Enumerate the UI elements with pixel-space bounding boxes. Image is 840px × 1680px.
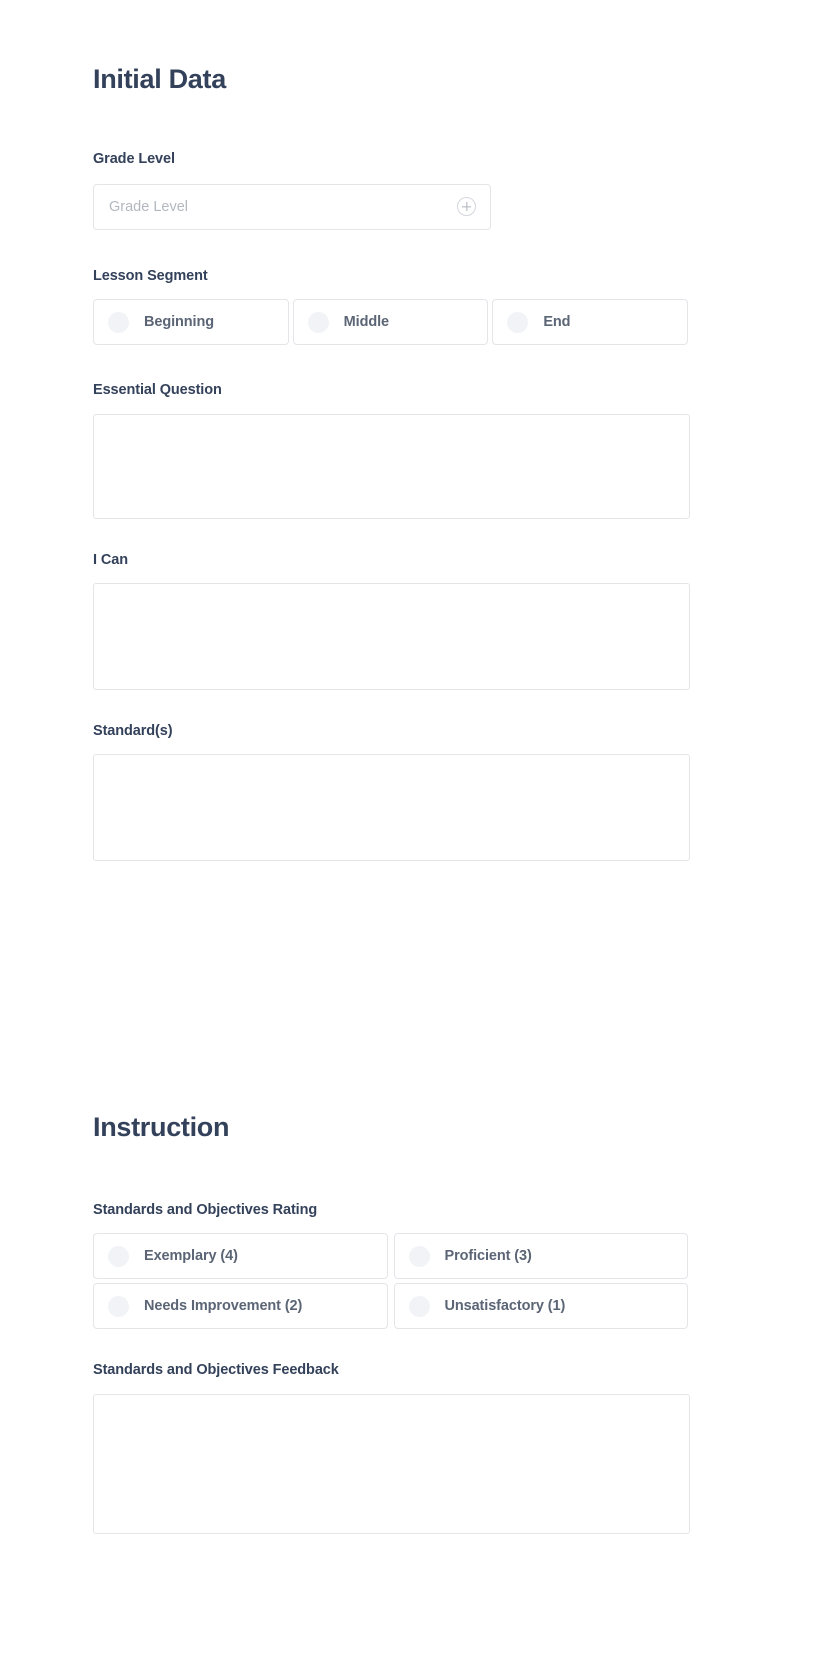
option-lesson-segment-end[interactable]: End [492,299,689,346]
i-can-textarea-wrapper[interactable] [93,582,690,690]
option-rating-exemplary[interactable]: Exemplary (4) [93,1233,388,1280]
option-label: Needs Improvement (2) [144,1298,303,1315]
grade-level-input[interactable] [109,198,457,215]
radio-icon[interactable] [507,311,529,333]
lesson-segment-options: Beginning Middle End [93,299,689,346]
radio-icon[interactable] [108,1245,129,1267]
label-standards-objectives-rating: Standards and Objectives Rating [93,1201,318,1218]
label-standards-objectives-feedback: Standards and Objectives Feedback [93,1362,339,1379]
spacer-section-break [93,861,840,1111]
standards-objectives-feedback-textarea-wrapper[interactable] [93,1393,690,1534]
option-label: Exemplary (4) [144,1248,238,1265]
section-title-initial-data: Initial Data [93,64,226,94]
i-can-textarea[interactable] [94,583,689,689]
label-i-can: I Can [93,551,128,568]
section-title-instruction: Instruction [93,1112,230,1143]
radio-icon[interactable] [108,1295,129,1317]
radio-icon[interactable] [408,1245,430,1267]
radio-icon[interactable] [108,311,129,333]
option-label: Proficient (3) [444,1248,532,1265]
label-grade-level: Grade Level [93,151,175,168]
field-standards-objectives-feedback: Standards and Objectives Feedback [93,1362,840,1534]
label-lesson-segment: Lesson Segment [93,267,208,284]
option-rating-unsatisfactory[interactable]: Unsatisfactory (1) [393,1283,688,1330]
form-content: Initial Data Grade Level Lesson Segment … [0,0,840,1534]
radio-icon[interactable] [307,311,329,333]
option-rating-needs-improvement[interactable]: Needs Improvement (2) [93,1283,388,1330]
option-rating-proficient[interactable]: Proficient (3) [393,1233,688,1280]
grade-level-input-wrapper[interactable] [93,183,491,230]
standards-textarea[interactable] [94,755,689,861]
essential-question-textarea[interactable] [94,414,689,518]
standards-objectives-feedback-textarea[interactable] [94,1394,689,1533]
field-standards-objectives-rating: Standards and Objectives Rating Exemplar… [93,1201,840,1330]
radio-icon[interactable] [408,1295,430,1317]
form-page: Initial Data Grade Level Lesson Segment … [0,0,840,1680]
option-label: End [543,314,571,331]
field-essential-question: Essential Question [93,382,840,519]
field-i-can: I Can [93,552,840,690]
standards-objectives-rating-options: Exemplary (4) Proficient (3) Needs Impro… [93,1233,688,1330]
option-lesson-segment-beginning[interactable]: Beginning [93,299,289,346]
plus-circle-icon[interactable] [457,197,476,217]
option-label: Unsatisfactory (1) [444,1298,566,1315]
field-lesson-segment: Lesson Segment Beginning Middle End [93,267,840,346]
standards-textarea-wrapper[interactable] [93,754,690,862]
option-label: Middle [343,314,389,331]
option-lesson-segment-middle[interactable]: Middle [292,299,489,346]
field-grade-level: Grade Level [93,151,840,230]
essential-question-textarea-wrapper[interactable] [93,413,690,519]
field-standards: Standard(s) [93,722,840,862]
label-standards: Standard(s) [93,722,173,739]
label-essential-question: Essential Question [93,382,222,399]
option-label: Beginning [144,314,214,331]
